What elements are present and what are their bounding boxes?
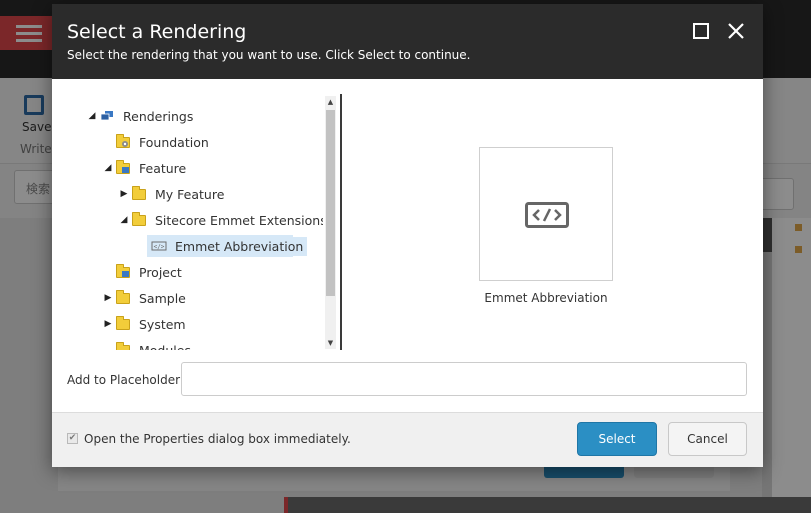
- maximize-icon[interactable]: [693, 23, 709, 39]
- rendering-tree[interactable]: ◢ Renderings Foundation ◢ Feature ▶ My F…: [67, 92, 323, 350]
- folder-icon: [115, 290, 131, 305]
- select-rendering-dialog: Select a Rendering Select the rendering …: [52, 4, 763, 467]
- tree-node-renderings[interactable]: ◢ Renderings: [85, 105, 197, 127]
- folder-icon: [131, 186, 147, 201]
- placeholder-label: Add to Placeholder:: [67, 373, 184, 387]
- tree-node-sample[interactable]: ▶ Sample: [101, 287, 190, 309]
- folder-icon: [115, 342, 131, 350]
- tree-node-label: My Feature: [155, 186, 225, 202]
- tree-node-label: Renderings: [123, 108, 194, 124]
- folder-project-icon: [115, 264, 131, 279]
- code-icon: [525, 202, 569, 228]
- collapse-toggle-icon[interactable]: ◢: [101, 161, 115, 175]
- tree-node-sitecore-emmet-extensions[interactable]: ◢ Sitecore Emmet Extensions: [117, 209, 323, 231]
- placeholder-input[interactable]: [181, 362, 747, 396]
- scroll-down-icon[interactable]: ▼: [325, 337, 336, 349]
- cancel-button[interactable]: Cancel: [668, 422, 747, 456]
- folder-icon: [115, 316, 131, 331]
- rendering-preview-label: Emmet Abbreviation: [484, 291, 608, 305]
- tree-node-modules[interactable]: Modules: [101, 339, 195, 350]
- folder-feature-icon: [115, 160, 131, 175]
- expand-toggle-icon[interactable]: ▶: [117, 187, 131, 201]
- tree-node-label: Feature: [139, 160, 187, 176]
- svg-text:</>: </>: [154, 244, 165, 251]
- tree-node-feature[interactable]: ◢ Feature: [101, 157, 190, 179]
- tree-scroll-thumb[interactable]: [326, 110, 335, 296]
- folder-gear-icon: [115, 134, 131, 149]
- select-button[interactable]: Select: [577, 422, 657, 456]
- tree-node-label: Sitecore Emmet Extensions: [155, 212, 323, 228]
- tree-node-label: Foundation: [139, 134, 209, 150]
- rendering-code-icon: </>: [151, 239, 167, 253]
- open-properties-label: Open the Properties dialog box immediate…: [84, 432, 351, 446]
- tree-scrollbar[interactable]: ▲ ▼: [325, 96, 336, 349]
- tree-node-foundation[interactable]: Foundation: [101, 131, 213, 153]
- dialog-subtitle: Select the rendering that you want to us…: [67, 48, 471, 62]
- rendering-preview-tile[interactable]: [479, 147, 613, 281]
- expand-toggle-icon[interactable]: ▶: [101, 291, 115, 305]
- close-icon[interactable]: [726, 21, 746, 41]
- renderings-icon: [99, 109, 115, 123]
- tree-node-emmet-abbreviation[interactable]: </> Emmet Abbreviation: [147, 235, 308, 257]
- tree-node-my-feature[interactable]: ▶ My Feature: [117, 183, 228, 205]
- tree-node-label: System: [139, 316, 186, 332]
- open-properties-checkbox[interactable]: ✔: [67, 433, 78, 444]
- expand-toggle-icon[interactable]: ▶: [101, 317, 115, 331]
- tree-node-label: Modules: [139, 342, 191, 351]
- folder-icon: [131, 212, 147, 227]
- tree-node-project[interactable]: Project: [101, 261, 186, 283]
- tree-node-label: Sample: [139, 290, 186, 306]
- pane-divider[interactable]: [340, 94, 342, 350]
- tree-node-system[interactable]: ▶ System: [101, 313, 190, 335]
- tree-node-label: Emmet Abbreviation: [171, 236, 308, 256]
- collapse-toggle-icon[interactable]: ◢: [117, 213, 131, 227]
- tree-node-label: Project: [139, 264, 182, 280]
- collapse-toggle-icon[interactable]: ◢: [85, 109, 99, 123]
- scroll-up-icon[interactable]: ▲: [325, 96, 336, 108]
- dialog-title: Select a Rendering: [67, 21, 247, 43]
